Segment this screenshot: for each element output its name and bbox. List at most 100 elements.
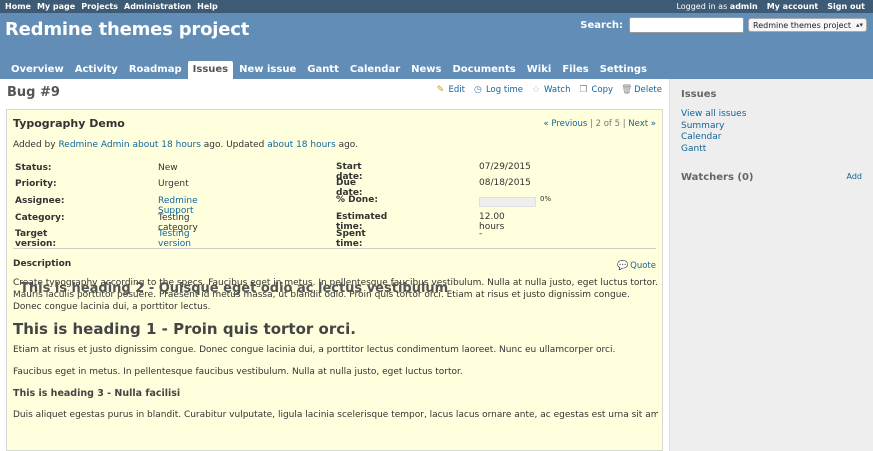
project-jump-select[interactable]: Redmine themes project ▴▾ [748,18,867,32]
description-heading-1: This is heading 1 - Proin quis tortor or… [13,320,356,338]
progress-bar [479,197,536,207]
tab-issues[interactable]: Issues [187,61,234,79]
quote-link[interactable]: 💬 Quote [617,261,656,271]
tab-roadmap[interactable]: Roadmap [124,61,187,79]
watchers-title: Watchers (0) [681,172,754,183]
attr-row-done: % Done: 0% [15,195,655,211]
top-menu-my-page[interactable]: My page [37,2,75,11]
pencil-icon: ✎ [436,85,445,95]
delete-label: Delete [634,85,662,95]
category-label: Category: [15,213,65,223]
sidebar-link-calendar[interactable]: Calendar [681,132,862,144]
tab-activity[interactable]: Activity [70,61,123,79]
issue-author-line: Added by Redmine Admin about 18 hours ag… [13,140,358,150]
edit-label: Edit [448,85,465,95]
watch-label: Watch [544,85,571,95]
issue-subject: Typography Demo [13,117,125,130]
sidebar-link-view-all-issues[interactable]: View all issues [681,109,862,121]
tab-new-issue[interactable]: New issue [234,61,301,79]
logged-in-as: Logged in as admin [676,2,757,11]
add-watcher-link[interactable]: Add [847,172,863,183]
sidebar-title: Issues [681,89,717,100]
logged-in-prefix: Logged in as [676,2,730,11]
tab-settings[interactable]: Settings [595,61,652,79]
divider [13,248,656,249]
done-label: % Done: [336,195,378,205]
status-value: New [158,163,178,173]
author-link[interactable]: Redmine Admin [58,140,129,150]
main-content: Bug #9 ✎ Edit ◷ Log time ☆ Watch ❐ Copy 🗑 Del… [0,79,669,451]
target-version-link[interactable]: Testing version [158,229,191,249]
log-time-link[interactable]: ◷ Log time [473,85,523,95]
tab-news[interactable]: News [406,61,446,79]
issue-navigation: « Previous | 2 of 5 | Next » [543,119,656,129]
page-title: Bug #9 [7,85,60,100]
description-heading-2: This is heading 2 - Quisque eget odio ac… [20,281,449,296]
sidebar: Issues View all issues Summary Calendar … [669,79,873,451]
top-menu-help[interactable]: Help [197,2,218,11]
main-menu: Overview Activity Roadmap Issues New iss… [6,61,652,79]
target-version-label: Target version: [15,229,57,249]
sign-out-link[interactable]: Sign out [827,2,865,11]
tab-gantt[interactable]: Gantt [302,61,344,79]
top-menu-left: Home My page Projects Administration Hel… [5,2,218,11]
description-title: Description [13,259,72,269]
watch-link[interactable]: ☆ Watch [531,85,571,95]
updated-suffix: ago. [335,140,359,150]
speech-bubble-icon: 💬 [617,261,629,271]
tab-wiki[interactable]: Wiki [522,61,557,79]
tab-calendar[interactable]: Calendar [345,61,405,79]
clock-icon: ◷ [474,85,482,95]
logged-in-user[interactable]: admin [730,2,758,11]
top-menu: Home My page Projects Administration Hel… [0,0,873,13]
quick-search: Search: Redmine themes project ▴▾ [580,17,867,33]
tab-documents[interactable]: Documents [447,61,520,79]
updated-prefix: ago. Updated [200,140,268,150]
description-heading-3: This is heading 3 - Nulla facilisi [13,388,181,399]
updated-ago-link[interactable]: about 18 hours [267,140,335,150]
copy-link[interactable]: ❐ Copy [579,85,614,95]
done-percent: 0% [540,195,552,203]
top-menu-projects[interactable]: Projects [81,2,118,11]
next-issue-link[interactable]: Next » [628,119,656,129]
priority-value: Urgent [158,179,189,189]
my-account-link[interactable]: My account [767,2,819,11]
quote-label: Quote [630,261,656,271]
description-paragraph: Etiam at risus et justo dignissim congue… [13,345,616,355]
top-menu-administration[interactable]: Administration [124,2,191,11]
trash-icon: 🗑 [621,85,633,95]
sidebar-links: View all issues Summary Calendar Gantt [681,109,862,155]
status-label: Status: [15,163,52,173]
copy-icon: ❐ [579,85,588,95]
priority-label: Priority: [15,179,57,189]
star-icon: ☆ [531,85,541,95]
tab-overview[interactable]: Overview [6,61,69,79]
issue-description: Create typography according to the specs… [13,277,658,431]
project-jump-value: Redmine themes project [753,21,852,30]
chevron-updown-icon: ▴▾ [855,21,863,29]
estimated-time-value: 12.00 hours [479,212,505,232]
spent-time-value: - [479,229,483,239]
watchers-section: Watchers (0) Add [681,172,862,183]
description-paragraph: Faucibus eget in metus. In pellentesque … [13,367,463,377]
copy-label: Copy [591,85,614,95]
log-time-label: Log time [485,85,524,95]
delete-link[interactable]: 🗑 Delete [621,85,662,95]
previous-issue-link[interactable]: « Previous [543,119,587,129]
header: Redmine themes project Search: Redmine t… [0,13,873,79]
sidebar-link-summary[interactable]: Summary [681,121,862,133]
edit-link[interactable]: ✎ Edit [435,85,465,95]
spent-time-label: Spent time: [336,229,366,249]
top-menu-right: Logged in as admin My account Sign out [676,2,865,11]
author-prefix: Added by [13,140,59,150]
start-date-value: 07/29/2015 [479,162,531,172]
issue-position: 2 of 5 [595,119,620,129]
project-title: Redmine themes project [5,19,250,40]
tab-files[interactable]: Files [557,61,593,79]
sidebar-link-gantt[interactable]: Gantt [681,144,862,156]
top-menu-home[interactable]: Home [5,2,31,11]
nav-separator: | [587,119,596,129]
added-ago-link[interactable]: about 18 hours [132,140,200,150]
description-paragraph: Duis aliquet egestas purus in blandit. C… [13,410,658,420]
search-input[interactable] [629,17,744,33]
